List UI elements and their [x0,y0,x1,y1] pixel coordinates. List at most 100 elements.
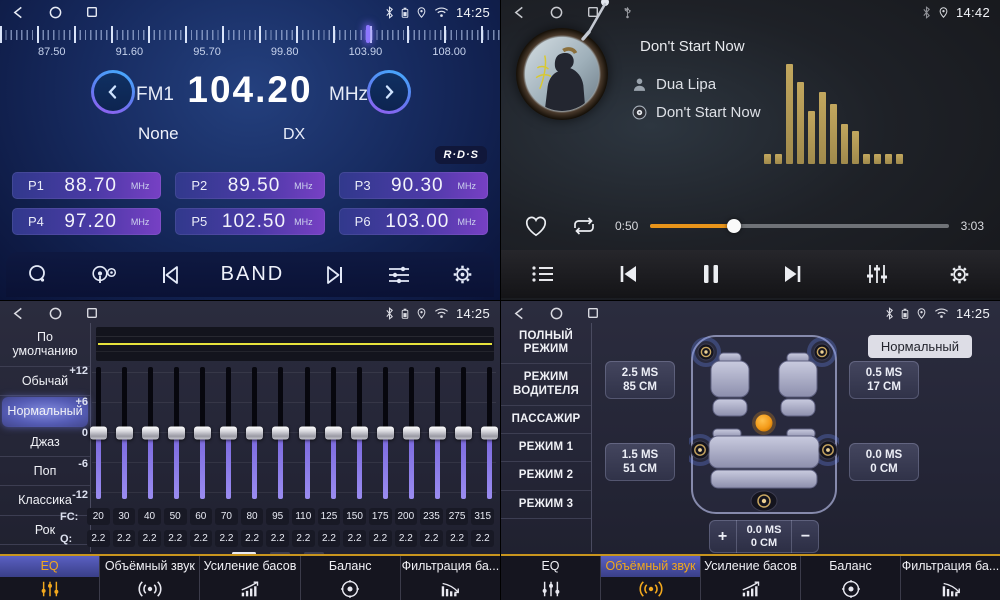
tab-eq[interactable]: EQ [501,556,600,600]
eq-band-slider[interactable] [487,367,492,499]
eq-band-slider[interactable] [252,367,257,499]
fc-value[interactable]: 95 [266,508,289,525]
q-value[interactable]: 2.2 [241,530,264,547]
front-right-delay-button[interactable]: 0.5 MS 17 CM [849,361,919,399]
slider-knob[interactable] [272,427,289,440]
fc-value[interactable]: 80 [241,508,264,525]
slider-knob[interactable] [90,427,107,440]
slider-knob[interactable] [403,427,420,440]
preset-button-5[interactable]: P5102.50MHz [175,208,324,235]
profile-button[interactable]: Нормальный [868,335,972,358]
q-value[interactable]: 2.2 [215,530,238,547]
fc-value[interactable]: 235 [420,508,443,525]
home-button[interactable] [550,307,563,320]
slider-knob[interactable] [194,427,211,440]
tab-surround[interactable]: Объёмный звук [99,556,199,600]
tab-balance[interactable]: Баланс [800,556,900,600]
back-button[interactable] [513,307,526,320]
fc-value[interactable]: 50 [164,508,187,525]
tab-bass-boost[interactable]: Усиление басов [700,556,800,600]
home-button[interactable] [49,307,62,320]
slider-knob[interactable] [455,427,472,440]
q-value[interactable]: 2.2 [164,530,187,547]
slider-knob[interactable] [142,427,159,440]
recents-button[interactable] [86,307,98,319]
preset-button-4[interactable]: P497.20MHz [12,208,161,235]
previous-station-button[interactable] [158,264,182,286]
progress-bar[interactable] [650,224,948,228]
rear-left-delay-button[interactable]: 1.5 MS 51 CM [605,443,675,481]
mode-3[interactable]: РЕЖИМ 3 [501,491,591,519]
fc-value[interactable]: 175 [369,508,392,525]
favorite-button[interactable] [523,214,549,238]
slider-knob[interactable] [429,427,446,440]
fc-value[interactable]: 275 [446,508,469,525]
eq-band-slider[interactable] [331,367,336,499]
home-button[interactable] [550,6,563,19]
fc-value[interactable]: 315 [471,508,494,525]
fc-value[interactable]: 40 [138,508,161,525]
mode-1[interactable]: РЕЖИМ 1 [501,434,591,462]
tab-balance[interactable]: Баланс [300,556,400,600]
eq-band-slider[interactable] [278,367,283,499]
eq-band-slider[interactable] [357,367,362,499]
mode-full[interactable]: ПОЛНЫЙ РЕЖИМ [501,323,591,364]
progress-thumb[interactable] [727,219,741,233]
tab-crossover[interactable]: Фильтрация ба... [900,556,1000,600]
band-button[interactable]: BAND [221,263,285,286]
fc-value[interactable]: 30 [113,508,136,525]
fc-value[interactable]: 60 [190,508,213,525]
repeat-button[interactable] [569,215,599,237]
broadcast-button[interactable] [89,264,119,286]
q-value[interactable]: 2.2 [138,530,161,547]
eq-band-slider[interactable] [383,367,388,499]
tune-up-button[interactable] [367,70,411,114]
next-station-button[interactable] [323,264,347,286]
back-button[interactable] [12,6,25,19]
back-button[interactable] [513,6,526,19]
q-value[interactable]: 2.2 [113,530,136,547]
tab-surround[interactable]: Объёмный звук [600,556,700,600]
settings-gear-button[interactable] [451,263,474,286]
preset-button-3[interactable]: P390.30MHz [339,172,488,199]
slider-knob[interactable] [116,427,133,440]
playlist-button[interactable] [530,263,556,285]
eq-band-slider[interactable] [148,367,153,499]
settings-gear-button[interactable] [948,263,971,286]
slider-knob[interactable] [246,427,263,440]
back-button[interactable] [12,307,25,320]
q-value[interactable]: 2.2 [266,530,289,547]
eq-band-slider[interactable] [122,367,127,499]
q-value[interactable]: 2.2 [343,530,366,547]
next-track-button[interactable] [780,263,806,285]
q-value[interactable]: 2.2 [420,530,443,547]
previous-track-button[interactable] [615,263,641,285]
recents-button[interactable] [587,6,599,18]
q-value[interactable]: 2.2 [292,530,315,547]
audio-settings-button[interactable] [386,264,412,286]
slider-knob[interactable] [299,427,316,440]
q-value[interactable]: 2.2 [369,530,392,547]
delay-decrease-button[interactable]: − [792,520,819,553]
eq-band-slider[interactable] [435,367,440,499]
eq-band-slider[interactable] [409,367,414,499]
recents-button[interactable] [587,307,599,319]
rear-right-delay-button[interactable]: 0.0 MS 0 CM [849,443,919,481]
recents-button[interactable] [86,6,98,18]
eq-band-slider[interactable] [96,367,101,499]
front-left-delay-button[interactable]: 2.5 MS 85 CM [605,361,675,399]
slider-knob[interactable] [168,427,185,440]
equalizer-button[interactable] [865,262,889,286]
eq-band-slider[interactable] [461,367,466,499]
fc-value[interactable]: 150 [343,508,366,525]
eq-band-slider[interactable] [226,367,231,499]
slider-knob[interactable] [351,427,368,440]
fc-value[interactable]: 200 [395,508,418,525]
q-value[interactable]: 2.2 [446,530,469,547]
scan-search-button[interactable] [26,263,50,287]
q-value[interactable]: 2.2 [395,530,418,547]
q-value[interactable]: 2.2 [318,530,341,547]
preset-button-1[interactable]: P188.70MHz [12,172,161,199]
fc-value[interactable]: 20 [87,508,110,525]
mode-passenger[interactable]: ПАССАЖИР [501,406,591,434]
